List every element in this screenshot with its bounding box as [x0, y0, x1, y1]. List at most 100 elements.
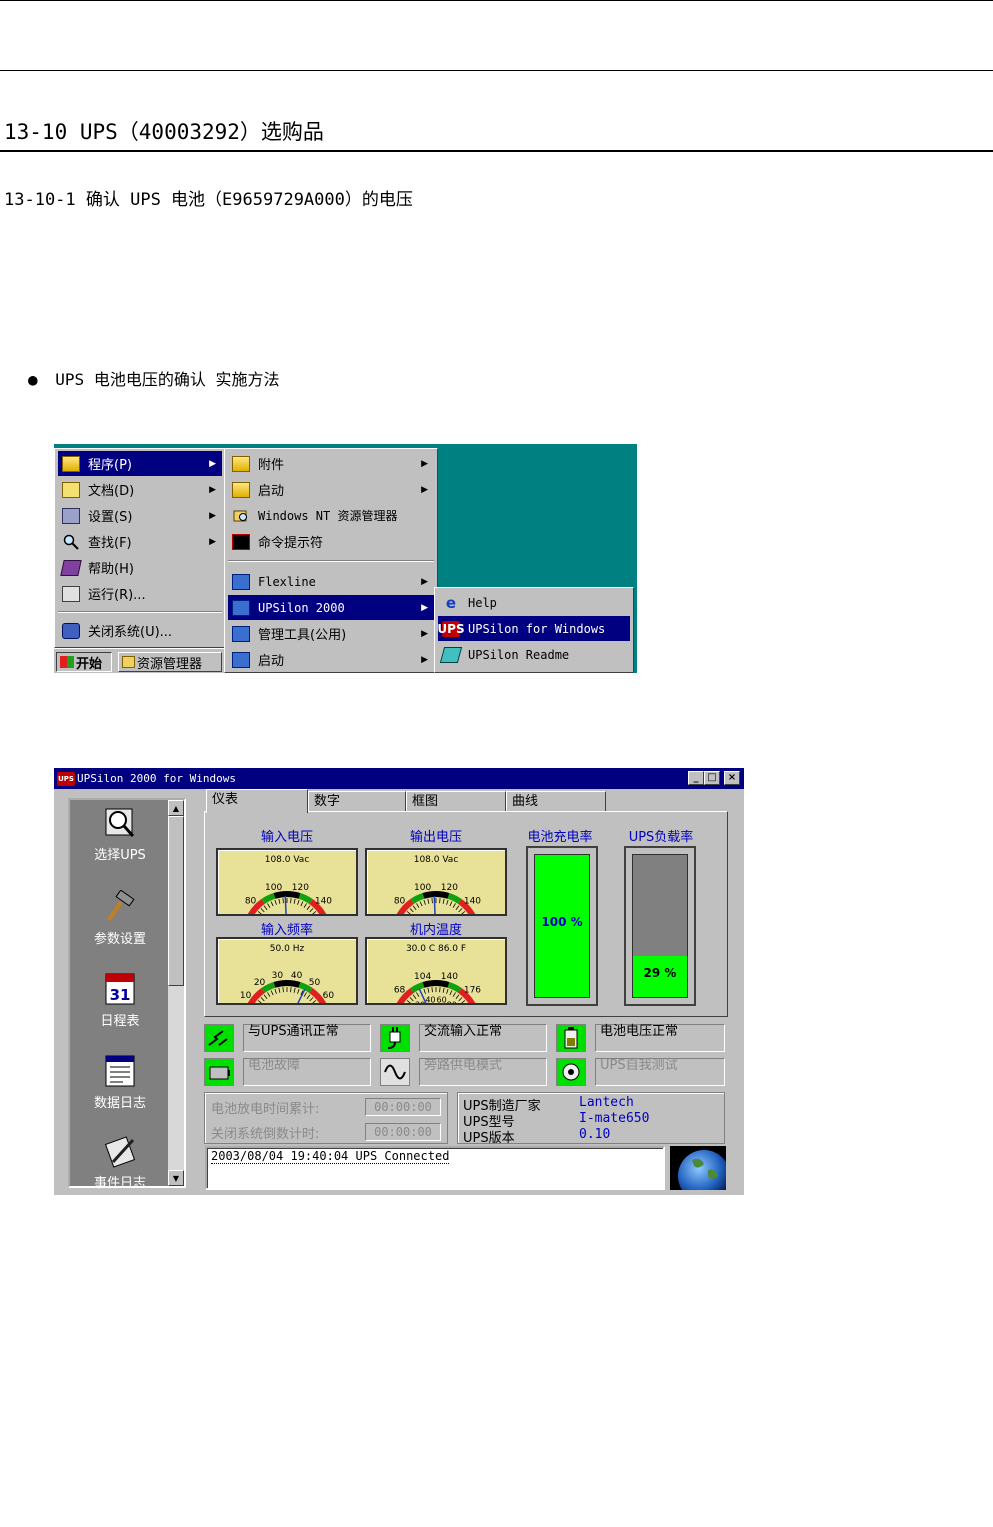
start-menu-item-documents[interactable]: 文档(D) ▶ — [58, 477, 222, 502]
sidebar-item-parameter-settings[interactable]: 参数设置 — [70, 890, 170, 947]
help-book-icon — [60, 559, 82, 576]
submenu-arrow-icon: ▶ — [421, 458, 428, 469]
menu-item-label: 程序(P) — [88, 458, 132, 473]
menu-item-label: UPSilon 2000 — [258, 600, 345, 615]
upsilon-item-help[interactable]: e Help — [438, 590, 630, 615]
info-value-model: I-mate650 — [579, 1111, 650, 1126]
gauge-tick-label: 100 — [265, 883, 282, 893]
maximize-button[interactable]: □ — [704, 771, 720, 785]
scroll-down-button[interactable]: ▼ — [168, 1170, 184, 1186]
bar-track: 29 % — [632, 854, 688, 998]
gauge-tick-label: 20 — [254, 978, 266, 988]
programs-item-startup[interactable]: 启动 ▶ — [228, 477, 434, 502]
ups-logo-icon: UPS — [437, 620, 465, 637]
gauge-label-output-voltage: 输出电压 — [409, 830, 462, 845]
start-button-label: 开始 — [76, 656, 103, 672]
menu-item-label: Windows NT 资源管理器 — [258, 509, 398, 523]
gauge-band — [447, 982, 462, 994]
gauge-tick-label: 140 — [441, 972, 458, 982]
start-menu-item-settings[interactable]: 设置(S) ▶ — [58, 503, 222, 528]
gauge-tick-label: 100 — [414, 883, 431, 893]
sidebar-item-data-log[interactable]: 数据日志 — [70, 1054, 170, 1111]
tab-meters[interactable]: 仪表 — [206, 789, 308, 813]
programs-item-upsilon[interactable]: UPSilon 2000 ▶ — [228, 595, 434, 620]
start-menu-item-shutdown[interactable]: 关闭系统(U)... — [58, 618, 222, 643]
calendar-icon: 31 — [103, 972, 137, 1006]
gauge-tick — [455, 994, 460, 999]
gauge-tick — [446, 988, 449, 994]
gauge-tick-label: 176 — [464, 985, 481, 995]
start-menu-item-find[interactable]: 查找(F) ▶ — [58, 529, 222, 554]
gauge-tick-label: 80 — [394, 896, 406, 906]
programs-item-command-prompt[interactable]: 命令提示符 — [228, 529, 434, 554]
gauge-tick — [431, 987, 433, 993]
sidebar-item-schedule[interactable]: 31 日程表 — [70, 972, 170, 1029]
gauge-tick — [461, 911, 466, 914]
minimize-button[interactable]: _ — [688, 771, 704, 785]
sidebar: 选择UPS 参数设置 31 日程表 数据日志 事件日志 ▲ ▼ — [68, 798, 186, 1191]
gauge-output-voltage: 6080100120140160108.0 Vac — [365, 848, 507, 916]
gauge-tick — [455, 905, 460, 910]
menu-item-label: 关闭系统(U)... — [88, 625, 173, 640]
command-prompt-icon — [232, 533, 250, 550]
start-button[interactable]: 开始 — [56, 652, 112, 672]
scroll-up-button[interactable]: ▲ — [168, 800, 184, 816]
tab-block-diagram[interactable]: 框图 — [406, 791, 506, 811]
battery-icon — [556, 1024, 586, 1052]
status-ac-input: 交流输入正常 — [419, 1024, 547, 1052]
programs-item-nt-explorer[interactable]: Windows NT 资源管理器 — [228, 503, 434, 528]
gauge-tick — [270, 990, 274, 996]
gauge-band — [410, 893, 425, 905]
gauge-tick — [409, 908, 414, 913]
taskbar-explorer-label: 资源管理器 — [137, 656, 203, 672]
submenu-arrow-icon: ▶ — [209, 458, 216, 469]
gauge-tick — [442, 898, 445, 904]
menu-item-label: 管理工具(公用) — [258, 628, 347, 643]
gauge-label-internal-temperature: 机内温度 — [409, 923, 462, 938]
gauge-tick — [263, 905, 268, 910]
self-test-icon — [556, 1058, 586, 1086]
event-log-box[interactable]: 2003/08/04 19:40:04 UPS Connected — [205, 1146, 665, 1190]
gauge-internal-temperature: 326810414017621202040608010030.0 C 86.0 … — [365, 937, 507, 1005]
header-rule-top — [0, 0, 993, 1]
upsilon-item-readme[interactable]: UPSilon Readme — [438, 642, 630, 667]
gauge-tick — [300, 901, 304, 907]
taskbar-explorer-button[interactable]: 资源管理器 — [118, 652, 222, 672]
find-icon — [62, 534, 80, 550]
scroll-thumb[interactable] — [168, 816, 184, 986]
programs-item-flexline[interactable]: Flexline ▶ — [228, 569, 434, 594]
gauge-tick — [282, 898, 284, 904]
sidebar-item-event-log[interactable]: 事件日志 — [70, 1134, 170, 1191]
menu-item-label: 附件 — [258, 458, 285, 473]
bypass-wave-icon — [380, 1058, 410, 1086]
close-button[interactable]: × — [724, 771, 740, 785]
gauge-input-frequency: 01020304050607050.0 Hz — [216, 937, 358, 1005]
gauge-tick-label: 30 — [272, 971, 284, 981]
gauge-tick — [409, 997, 414, 1002]
menu-item-label: 查找(F) — [88, 536, 132, 551]
gauge-inner-tick-label: 40 — [425, 996, 435, 1003]
upsilon-item-upsilon-for-windows[interactable]: UPS UPSilon for Windows — [437, 616, 630, 641]
menu-item-label: 帮助(H) — [88, 562, 134, 577]
window-titlebar[interactable]: UPS UPSilon 2000 for Windows _ □ × — [54, 768, 744, 789]
gauge-tick — [260, 908, 265, 913]
sidebar-scrollbar[interactable]: ▲ ▼ — [168, 800, 184, 1186]
menu-item-label: 设置(S) — [88, 510, 133, 525]
gauge-tick — [290, 898, 292, 904]
tab-digital[interactable]: 数字 — [308, 791, 406, 811]
bullet-text: UPS 电池电压的确认 实施方法 — [55, 370, 280, 389]
folder-icon — [232, 481, 250, 498]
start-menu-item-programs[interactable]: 程序(P) ▶ — [58, 451, 222, 476]
start-menu-item-run[interactable]: 运行(R)... — [58, 581, 222, 606]
gauge-band — [410, 982, 425, 994]
gauge-tick — [263, 994, 268, 999]
tab-curve[interactable]: 曲线 — [506, 791, 606, 811]
gauge-tick — [423, 899, 426, 905]
start-menu-item-help[interactable]: 帮助(H) — [58, 555, 222, 580]
programs-item-accessories[interactable]: 附件 ▶ — [228, 451, 434, 476]
programs-item-startup-2[interactable]: 启动 ▶ — [228, 647, 434, 672]
programs-item-admin-tools[interactable]: 管理工具(公用) ▶ — [228, 621, 434, 646]
sidebar-item-select-ups[interactable]: 选择UPS — [70, 806, 170, 863]
sidebar-item-label: 选择UPS — [94, 848, 146, 863]
hammer-icon — [103, 890, 137, 924]
